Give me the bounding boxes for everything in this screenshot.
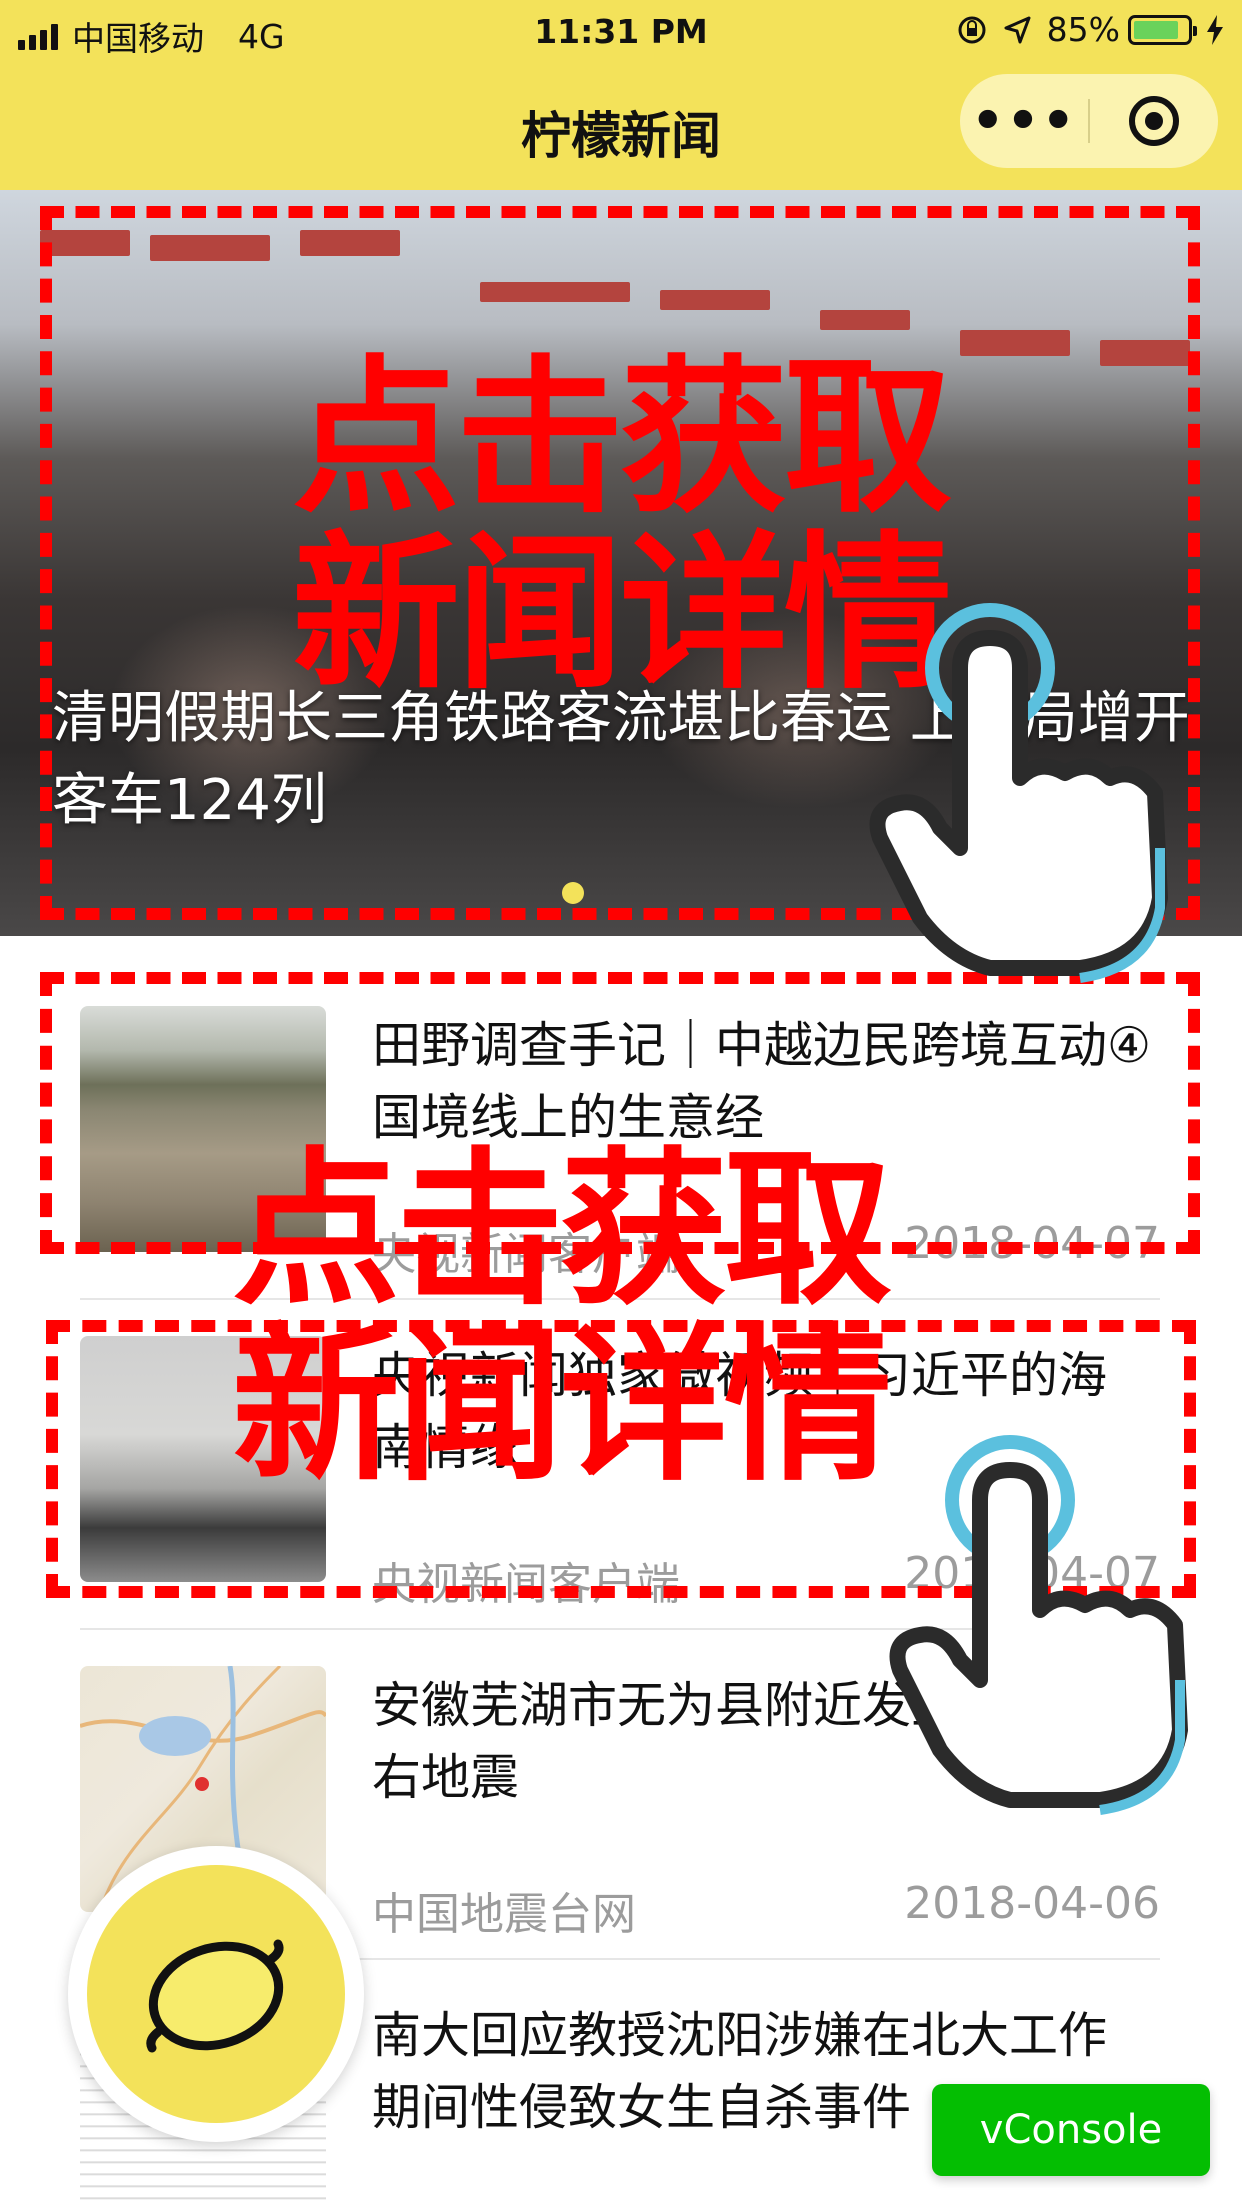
more-dots-icon[interactable]: ••• xyxy=(960,74,1088,168)
news-thumbnail xyxy=(80,1336,326,1582)
vconsole-button[interactable]: vConsole xyxy=(932,2084,1210,2176)
pointing-hand-icon xyxy=(869,603,1168,983)
status-right: 85% xyxy=(955,10,1226,49)
news-title[interactable]: 田野调查手记｜中越边民跨境互动④国境线上的生意经 xyxy=(372,1010,1152,1154)
news-thumbnail xyxy=(80,1006,326,1252)
close-button[interactable] xyxy=(1090,96,1218,146)
charging-bolt-icon xyxy=(1207,14,1223,45)
lemon-icon xyxy=(146,1939,284,2053)
pointing-hand-icon xyxy=(889,1435,1188,1815)
location-arrow-icon xyxy=(1004,16,1031,43)
mini-program-capsule: ••• xyxy=(960,74,1218,168)
news-item[interactable]: 田野调查手记｜中越边民跨境互动④国境线上的生意经 央视新闻客户端 2018-04… xyxy=(80,970,1160,1300)
floating-home-button[interactable] xyxy=(68,1846,364,2142)
battery-percent: 85% xyxy=(1046,10,1120,49)
target-icon xyxy=(1129,96,1179,146)
carousel-indicator xyxy=(562,882,584,904)
battery-icon xyxy=(1128,14,1197,45)
status-bar: 中国移动 4G 11:31 PM 85% xyxy=(0,0,1242,62)
news-date: 2018-04-07 xyxy=(904,1218,1160,1269)
news-source: 央视新闻客户端 xyxy=(372,1229,680,1280)
nav-bar: 柠檬新闻 ••• xyxy=(0,62,1242,190)
news-date: 2018-04-06 xyxy=(904,1878,1160,1929)
news-source: 中国地震台网 xyxy=(372,1889,636,1940)
battery-fill xyxy=(1134,20,1179,39)
orientation-lock-icon xyxy=(958,16,986,43)
news-source: 央视新闻客户端 xyxy=(372,1559,680,1610)
float-button-ring xyxy=(87,1865,345,2123)
